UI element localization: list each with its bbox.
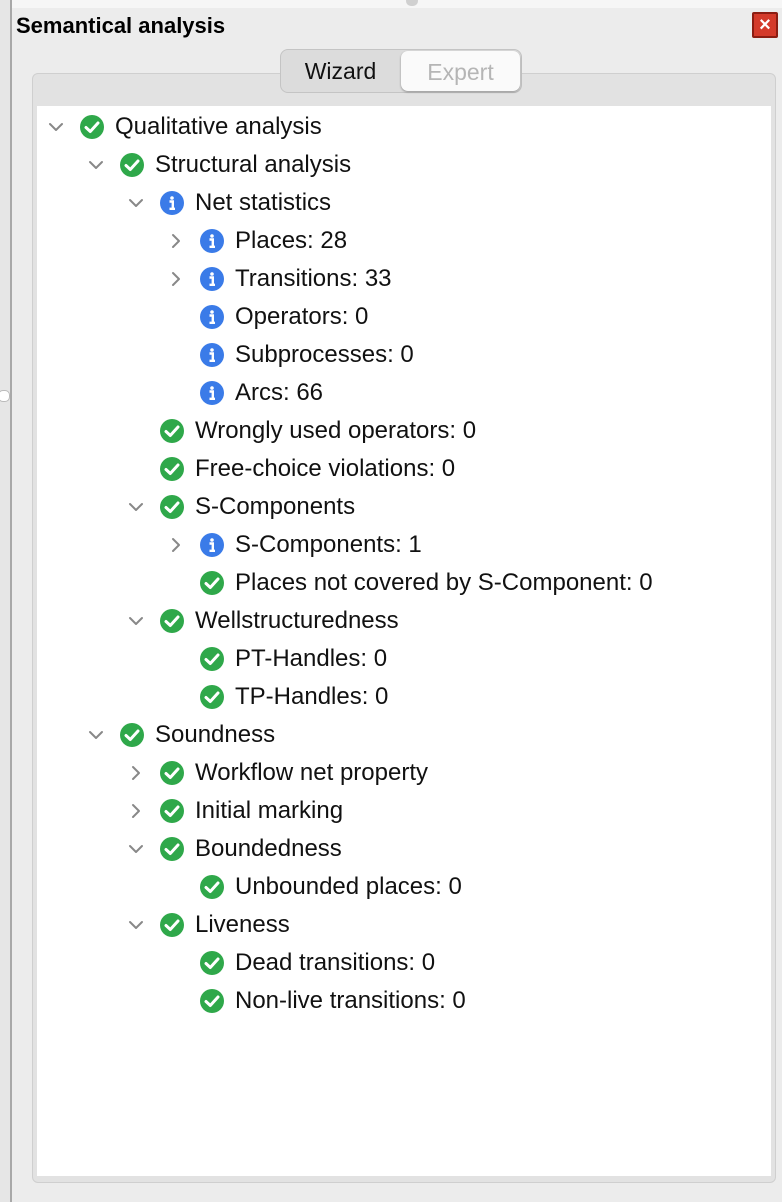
tree-node-free-choice-violations[interactable]: Free-choice violations: 0 [159, 450, 455, 488]
info-circle-icon [199, 228, 225, 254]
tree-node-workflow-net-property[interactable]: Workflow net property [125, 754, 428, 792]
check-circle-icon [199, 646, 225, 672]
chevron-right-icon[interactable] [125, 800, 147, 822]
chevron-right-icon[interactable] [165, 534, 187, 556]
tree-node-label: Unbounded places: 0 [235, 873, 462, 900]
tree-node-label: Places not covered by S-Component: 0 [235, 569, 653, 596]
content-frame: Qualitative analysis Structural analysis… [32, 73, 776, 1183]
tree-node-operators[interactable]: Operators: 0 [199, 298, 368, 336]
chevron-right-icon[interactable] [165, 268, 187, 290]
tree-node-wrongly-used-operators[interactable]: Wrongly used operators: 0 [159, 412, 476, 450]
tree-node-label: Operators: 0 [235, 303, 369, 330]
tree-node-places-not-covered[interactable]: Places not covered by S-Component: 0 [199, 564, 653, 602]
check-circle-icon [159, 456, 185, 482]
mode-segmented-control: Wizard Expert [280, 49, 522, 93]
check-circle-icon [159, 494, 185, 520]
tree-node-non-live-transitions[interactable]: Non-live transitions: 0 [199, 982, 466, 1020]
tree-node-structural-analysis[interactable]: Structural analysis [85, 146, 351, 184]
tree-node-label: Wellstructuredness [195, 607, 399, 634]
chevron-right-icon[interactable] [125, 762, 147, 784]
tree-node-dead-transitions[interactable]: Dead transitions: 0 [199, 944, 435, 982]
check-circle-icon [199, 570, 225, 596]
tree-node-boundedness[interactable]: Boundedness [125, 830, 342, 868]
tree-node-label: PT-Handles: 0 [235, 645, 388, 672]
tree-node-label: Transitions: 33 [235, 265, 392, 292]
check-circle-icon [159, 798, 185, 824]
tree-node-wellstructuredness[interactable]: Wellstructuredness [125, 602, 399, 640]
tab-expert[interactable]: Expert [401, 51, 520, 91]
info-circle-icon [159, 190, 185, 216]
tree-node-label: Boundedness [195, 835, 342, 862]
tree-node-label: Subprocesses: 0 [235, 341, 414, 368]
check-circle-icon [159, 608, 185, 634]
tree-node-pt-handles[interactable]: PT-Handles: 0 [199, 640, 387, 678]
tree-node-s-components[interactable]: S-Components: 1 [165, 526, 422, 564]
chevron-down-icon[interactable] [125, 914, 147, 936]
tree-node-s-components-group[interactable]: S-Components [125, 488, 355, 526]
panel-title: Semantical analysis [16, 13, 226, 38]
tree-node-label: Dead transitions: 0 [235, 949, 436, 976]
tree-node-label: S-Components [195, 493, 356, 520]
check-circle-icon [159, 418, 185, 444]
chevron-down-icon[interactable] [85, 724, 107, 746]
check-circle-icon [159, 836, 185, 862]
chevron-down-icon[interactable] [125, 192, 147, 214]
tree-node-label: Arcs: 66 [235, 379, 324, 406]
top-splitter-handle[interactable] [406, 0, 418, 6]
chevron-down-icon[interactable] [85, 154, 107, 176]
tree-node-qualitative-analysis[interactable]: Qualitative analysis [45, 108, 322, 146]
tree-node-label: TP-Handles: 0 [235, 683, 389, 710]
tree-node-label: Workflow net property [195, 759, 428, 786]
tree-node-label: Wrongly used operators: 0 [195, 417, 477, 444]
info-circle-icon [199, 304, 225, 330]
tree-node-places[interactable]: Places: 28 [165, 222, 347, 260]
tree-node-label: Places: 28 [235, 227, 348, 254]
close-icon[interactable]: × [752, 12, 778, 38]
chevron-down-icon[interactable] [125, 610, 147, 632]
analysis-tree: Qualitative analysis Structural analysis… [37, 106, 771, 1176]
tree-node-tp-handles[interactable]: TP-Handles: 0 [199, 678, 388, 716]
tab-wizard[interactable]: Wizard [281, 50, 400, 92]
chevron-down-icon[interactable] [45, 116, 67, 138]
tree-node-net-statistics[interactable]: Net statistics [125, 184, 331, 222]
splitter-handle[interactable] [0, 390, 10, 402]
chevron-right-icon[interactable] [165, 230, 187, 252]
check-circle-icon [199, 950, 225, 976]
tree-node-liveness[interactable]: Liveness [125, 906, 290, 944]
tree-node-label: Structural analysis [155, 151, 352, 178]
tree-node-label: Free-choice violations: 0 [195, 455, 456, 482]
tree-node-unbounded-places[interactable]: Unbounded places: 0 [199, 868, 462, 906]
tree-node-soundness[interactable]: Soundness [85, 716, 275, 754]
info-circle-icon [199, 532, 225, 558]
tree-node-subprocesses[interactable]: Subprocesses: 0 [199, 336, 414, 374]
check-circle-icon [199, 684, 225, 710]
tree-node-arcs[interactable]: Arcs: 66 [199, 374, 323, 412]
tree-node-label: Liveness [195, 911, 290, 938]
check-circle-icon [119, 722, 145, 748]
tree-node-label: Qualitative analysis [115, 113, 322, 140]
check-circle-icon [159, 760, 185, 786]
info-circle-icon [199, 380, 225, 406]
chevron-down-icon[interactable] [125, 496, 147, 518]
tree-node-label: Initial marking [195, 797, 344, 824]
semantical-analysis-panel: Semantical analysis × Qualitative analys… [12, 8, 782, 1194]
tree-node-label: S-Components: 1 [235, 531, 422, 558]
check-circle-icon [199, 874, 225, 900]
info-circle-icon [199, 266, 225, 292]
tree-node-initial-marking[interactable]: Initial marking [125, 792, 343, 830]
check-circle-icon [159, 912, 185, 938]
tree-node-label: Non-live transitions: 0 [235, 987, 466, 1014]
splitter-edge[interactable] [0, 0, 12, 1202]
tree-node-label: Soundness [155, 721, 276, 748]
chevron-down-icon[interactable] [125, 838, 147, 860]
tree-node-label: Net statistics [195, 189, 332, 216]
check-circle-icon [119, 152, 145, 178]
check-circle-icon [199, 988, 225, 1014]
info-circle-icon [199, 342, 225, 368]
tree-node-transitions[interactable]: Transitions: 33 [165, 260, 392, 298]
check-circle-icon [79, 114, 105, 140]
